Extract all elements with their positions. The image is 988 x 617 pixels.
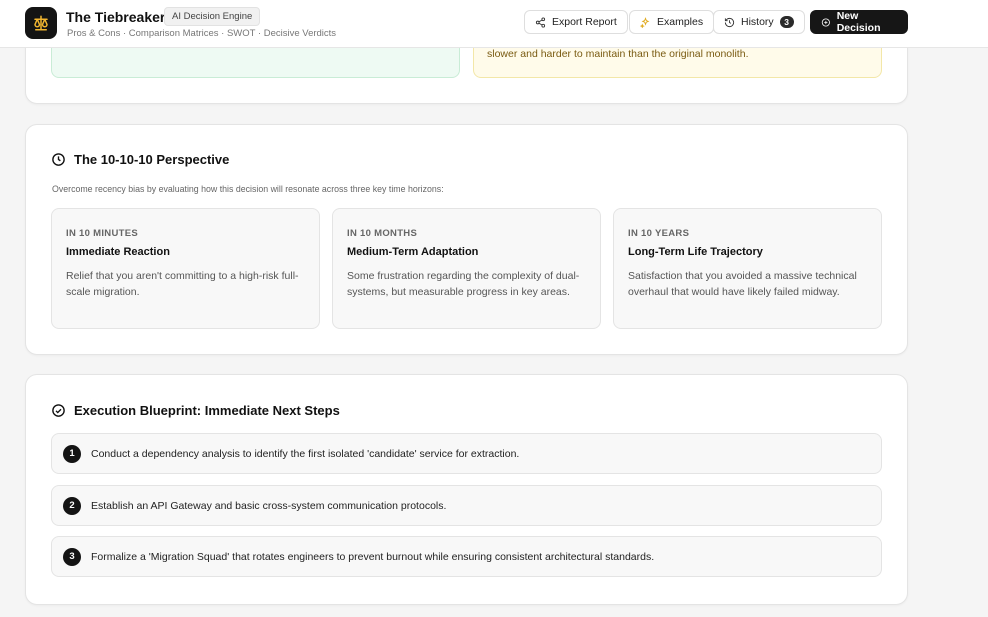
perspective-item-10-years: IN 10 YEARS Long-Term Life Trajectory Sa… [613,208,882,329]
risk-panel-text: slower and harder to maintain than the o… [487,48,749,60]
app-subtitle: Pros & Cons · Comparison Matrices · SWOT… [67,28,337,39]
share-icon [535,16,546,28]
blueprint-step: 1 Conduct a dependency analysis to ident… [51,433,882,474]
step-text: Establish an API Gateway and basic cross… [91,499,447,512]
app-header: The Tiebreaker AI Decision Engine Pros &… [0,0,988,48]
check-circle-icon [52,404,65,417]
step-number: 2 [63,496,81,515]
perspective-body: Some frustration regarding the complexit… [347,270,580,298]
blueprint-step: 3 Formalize a 'Migration Squad' that rot… [51,536,882,577]
perspective-heading-text: Medium-Term Adaptation [347,246,479,258]
history-icon [724,17,735,27]
step-text: Conduct a dependency analysis to identif… [91,447,520,460]
perspective-heading-text: Immediate Reaction [66,246,170,258]
scales-logo-icon[interactable] [25,7,57,39]
examples-label: Examples [657,16,704,28]
sparkles-icon [640,16,650,28]
perspective-item-10-months: IN 10 MONTHS Medium-Term Adaptation Some… [332,208,601,329]
examples-button[interactable]: Examples [629,10,715,34]
perspective-heading: The 10-10-10 Perspective [51,152,229,167]
perspective-body: Satisfaction that you avoided a massive … [628,270,857,298]
perspective-body: Relief that you aren't committing to a h… [66,270,299,298]
blueprint-heading: Execution Blueprint: Immediate Next Step… [51,403,340,418]
perspective-description: Overcome recency bias by evaluating how … [52,184,444,194]
perspective-tag: IN 10 MINUTES [66,228,138,239]
step-number: 1 [63,444,81,463]
app-title: The Tiebreaker [66,9,166,25]
history-count-badge: 3 [779,16,794,28]
blueprint-title: Execution Blueprint: Immediate Next Step… [74,403,340,418]
step-number: 3 [63,547,81,566]
new-decision-button[interactable]: New Decision [810,10,908,34]
perspective-tag: IN 10 MONTHS [347,228,418,239]
perspective-tag: IN 10 YEARS [628,228,690,239]
plus-circle-icon [821,17,830,27]
history-button[interactable]: History 3 [713,10,805,34]
history-label: History [741,16,774,28]
perspective-heading-text: Long-Term Life Trajectory [628,246,763,258]
clock-icon [52,153,65,166]
new-decision-label: New Decision [836,10,881,34]
export-report-button[interactable]: Export Report [524,10,628,34]
blueprint-step: 2 Establish an API Gateway and basic cro… [51,485,882,526]
perspective-title: The 10-10-10 Perspective [74,152,230,167]
export-report-label: Export Report [552,16,617,28]
app-badge: AI Decision Engine [164,7,261,26]
perspective-item-10-minutes: IN 10 MINUTES Immediate Reaction Relief … [51,208,320,329]
step-text: Formalize a 'Migration Squad' that rotat… [91,550,655,563]
